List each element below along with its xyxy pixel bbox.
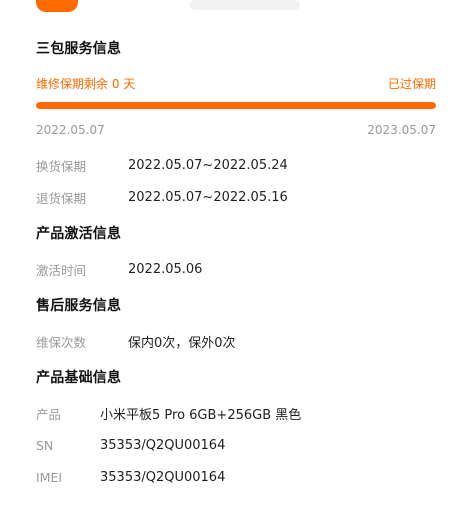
product-name-row: 产品 小米平板5 Pro 6GB+256GB 黑色 [36,397,436,429]
product-name-value: 小米平板5 Pro 6GB+256GB 黑色 [100,407,302,423]
return-period-value: 2022.05.07~2022.05.16 [128,189,288,205]
app-icon [36,0,78,12]
warranty-progress-fill [36,102,436,109]
exchange-period-row: 换货保期 2022.05.07~2022.05.24 [36,149,436,181]
device-service-info: 三包服务信息 维修保期剩余 0 天 已过保期 2022.05.07 2023.0… [36,38,436,493]
top-faded-title-bar [190,0,300,10]
imei-row: IMEI 35353/Q2QU00164 [36,461,436,493]
repair-count-value: 保内0次，保外0次 [128,335,236,351]
product-name-label: 产品 [36,406,62,422]
warranty-date-range: 2022.05.07 2023.05.07 [36,123,436,141]
basic-info-section-title: 产品基础信息 [36,370,122,386]
activation-section-title: 产品激活信息 [36,226,122,242]
activation-time-row: 激活时间 2022.05.06 [36,253,436,285]
warranty-end-date: 2023.05.07 [367,123,436,137]
serial-number-label: SN [36,437,54,453]
return-period-row: 退货保期 2022.05.07~2022.05.16 [36,181,436,213]
serial-number-row: SN 35353/Q2QU00164 [36,429,436,461]
repair-count-row: 维保次数 保内0次，保外0次 [36,325,436,357]
repair-count-label: 维保次数 [36,334,87,350]
activation-time-value: 2022.05.06 [128,261,203,277]
imei-label: IMEI [36,469,63,485]
exchange-period-value: 2022.05.07~2022.05.24 [128,157,288,173]
warranty-start-date: 2022.05.07 [36,123,105,137]
activation-time-label: 激活时间 [36,262,87,278]
after-sales-section-title: 售后服务信息 [36,298,122,314]
warranty-remaining-label: 维修保期剩余 0 天 [36,76,136,91]
serial-number-value: 35353/Q2QU00164 [100,437,226,453]
exchange-period-label: 换货保期 [36,158,87,174]
return-period-label: 退货保期 [36,190,87,206]
warranty-section-title: 三包服务信息 [36,41,122,57]
imei-value: 35353/Q2QU00164 [100,469,226,485]
warranty-status-row: 维修保期剩余 0 天 已过保期 [36,74,436,92]
warranty-progress-bar [36,102,436,109]
warranty-expired-badge: 已过保期 [387,76,436,91]
